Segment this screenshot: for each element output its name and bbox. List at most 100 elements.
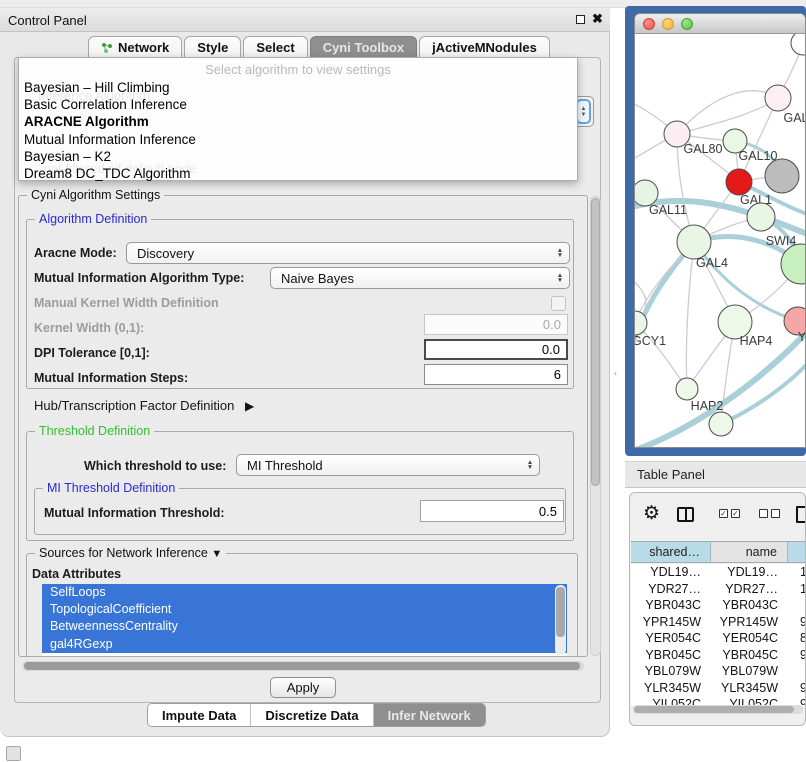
expander-arrow-right-icon[interactable]: ▶	[245, 399, 254, 413]
aracne-mode-combobox[interactable]: Discovery ▲▼	[126, 242, 570, 264]
algorithm-option[interactable]: Dream8 DC_TDC Algorithm	[19, 165, 577, 182]
table-cell: YER054C	[631, 630, 711, 647]
panel-resize-handle[interactable]: ‹	[614, 368, 617, 378]
sources-title: Sources for Network Inference ▼	[35, 546, 226, 560]
table-panel-title: Table Panel	[625, 467, 705, 482]
node-label-hap2: HAP2	[691, 399, 724, 413]
zoom-traffic-light[interactable]	[681, 18, 693, 30]
algorithm-option[interactable]: Bayesian – K2	[19, 148, 577, 165]
attribute-list-item[interactable]: gal4RGexp	[42, 636, 567, 653]
attributes-list-scrollbar-thumb[interactable]	[556, 587, 565, 637]
network-node[interactable]	[791, 34, 805, 55]
table-cell: YBR045C	[711, 647, 788, 664]
table-column-header[interactable]: shared…	[631, 542, 711, 562]
minimize-traffic-light[interactable]	[662, 18, 674, 30]
attributes-list-scrollbar[interactable]	[555, 585, 566, 655]
network-window-titlebar[interactable]	[635, 14, 805, 34]
network-node-gal1[interactable]	[726, 169, 752, 195]
table-row[interactable]: YLR345WYLR345W9.	[631, 680, 806, 697]
attribute-list-item[interactable]: BetweennessCentrality	[42, 618, 567, 635]
tab-network[interactable]: Network	[88, 36, 182, 58]
table-cell: YBL079W	[631, 663, 711, 680]
network-node-hap2[interactable]	[676, 378, 698, 400]
manual-kernel-checkbox[interactable]	[551, 296, 566, 311]
table-row[interactable]: YDL19…YDL19…13	[631, 564, 806, 581]
table-row[interactable]: YPR145WYPR145W9.	[631, 614, 806, 631]
node-label-gcy1: GCY1	[635, 334, 666, 348]
bottom-tab-infer-network[interactable]: Infer Network	[374, 704, 485, 726]
settings-horizontal-scrollbar[interactable]	[22, 661, 584, 671]
attribute-list-item[interactable]: TopologicalCoefficient	[42, 601, 567, 618]
table-row[interactable]: YDR27…YDR27…12	[631, 581, 806, 598]
settings-horizontal-scrollbar-thumb[interactable]	[24, 662, 580, 670]
mi-type-combobox[interactable]: Naive Bayes ▲▼	[270, 267, 570, 289]
tab-select[interactable]: Select	[243, 36, 307, 58]
table-column-header[interactable]: name	[711, 542, 788, 562]
table-cell: 13	[788, 564, 806, 581]
bottom-corner-icon[interactable]	[6, 746, 21, 761]
combobox-stepper-focused[interactable]: ▲▼	[576, 99, 591, 124]
mi-threshold-field[interactable]: 0.5	[420, 500, 564, 522]
tab-label: Select	[256, 40, 294, 55]
kernel-width-field[interactable]: 0.0	[424, 314, 568, 335]
network-node-gal4[interactable]	[677, 225, 711, 259]
mi-type-value: Naive Bayes	[271, 271, 551, 286]
algorithm-option[interactable]: Basic Correlation Inference	[19, 96, 577, 113]
dpi-tolerance-label: DPI Tolerance [0,1]:	[34, 346, 150, 360]
network-node[interactable]	[709, 412, 733, 436]
table-cell	[788, 597, 806, 614]
network-edge[interactable]	[686, 242, 694, 389]
table-row[interactable]: YBR045CYBR045C9.	[631, 647, 806, 664]
close-icon[interactable]: ✖	[592, 11, 603, 27]
float-window-icon[interactable]	[576, 15, 585, 24]
algorithm-option[interactable]: Mutual Information Inference	[19, 131, 577, 148]
apply-button[interactable]: Apply	[270, 677, 336, 698]
table-column-header[interactable]	[788, 542, 806, 562]
settings-vertical-scrollbar-thumb[interactable]	[591, 198, 600, 486]
network-node-gal[interactable]	[765, 85, 791, 111]
network-node[interactable]	[765, 159, 799, 193]
algorithm-option[interactable]: ARACNE Algorithm	[19, 113, 577, 130]
table-body: YDL19…YDL19…13YDR27…YDR27…12YBR043CYBR04…	[631, 564, 806, 706]
which-threshold-combobox[interactable]: MI Threshold ▲▼	[236, 454, 540, 476]
network-edge[interactable]	[635, 323, 687, 389]
deselect-all-columns-icon[interactable]	[759, 509, 780, 518]
network-node-swi4[interactable]	[747, 203, 775, 231]
attribute-list-item[interactable]: SelfLoops	[42, 584, 567, 601]
close-traffic-light[interactable]	[643, 18, 655, 30]
bottom-tab-impute-data[interactable]: Impute Data	[148, 704, 251, 726]
network-edge[interactable]	[677, 91, 778, 134]
select-all-columns-icon[interactable]: ✓✓	[719, 509, 740, 518]
data-attributes-list[interactable]: SelfLoopsTopologicalCoefficientBetweenne…	[42, 584, 567, 656]
threshold-definition-title: Threshold Definition	[35, 424, 154, 438]
table-cell: YDR27…	[711, 581, 788, 598]
gear-icon[interactable]: ⚙	[643, 502, 660, 525]
node-label-hap4: HAP4	[740, 334, 773, 348]
table-row[interactable]: YER054CYER054C8.	[631, 630, 806, 647]
dpi-tolerance-field[interactable]: 0.0	[424, 339, 568, 360]
network-edge[interactable]	[677, 98, 778, 134]
tab-cyni-toolbox[interactable]: Cyni Toolbox	[310, 36, 417, 58]
table-row[interactable]: YBR043CYBR043C	[631, 597, 806, 614]
kernel-width-value: 0.0	[425, 317, 567, 332]
table-row[interactable]: YBL079WYBL079W	[631, 663, 806, 680]
table-cell: YBR043C	[631, 597, 711, 614]
tab-jactivemnodules[interactable]: jActiveMNodules	[419, 36, 550, 58]
table-cell: YLR345W	[631, 680, 711, 697]
control-panel-tabs: Network Style Select Cyni ToolboxjActiveMNo…	[88, 36, 552, 58]
algorithm-dropdown-popup: Select algorithm to view settings Bayesi…	[18, 57, 578, 181]
expander-arrow-down-icon[interactable]: ▼	[211, 548, 222, 560]
hub-definition-expander[interactable]: Hub/Transcription Factor Definition ▶	[34, 398, 254, 413]
tab-label: Network	[118, 40, 169, 55]
network-canvas[interactable]: GALGAL80GAL10GAL1GAL11SWI4GAL4GCY1HAP4YH…	[635, 34, 805, 448]
table-horizontal-scrollbar-thumb[interactable]	[634, 706, 794, 713]
bottom-tab-discretize-data[interactable]: Discretize Data	[251, 704, 373, 726]
table-horizontal-scrollbar[interactable]	[633, 705, 803, 714]
new-table-icon[interactable]	[796, 506, 806, 523]
split-columns-icon[interactable]	[677, 507, 694, 522]
algorithm-option[interactable]: Bayesian – Hill Climbing	[19, 79, 577, 96]
tab-style[interactable]: Style	[184, 36, 241, 58]
table-cell: YPR145W	[631, 614, 711, 631]
mi-steps-field[interactable]: 6	[424, 364, 568, 385]
settings-vertical-scrollbar[interactable]	[590, 196, 601, 656]
